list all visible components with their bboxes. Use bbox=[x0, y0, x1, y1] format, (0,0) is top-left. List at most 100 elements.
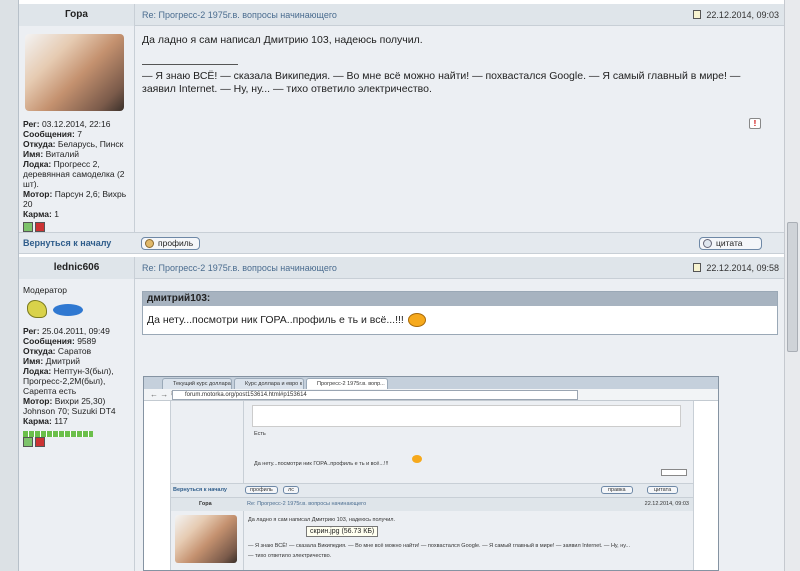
browser-tab: Прогресс-2 1975г.в. вопр... bbox=[306, 378, 388, 389]
mini-report-icons bbox=[661, 469, 687, 476]
profile-field: Мотор: Вихри 25,30) Johnson 70; Suzuki D… bbox=[23, 396, 130, 416]
profile-field-key: Мотор: bbox=[23, 396, 53, 406]
profile-field: Сообщения: 9589 bbox=[23, 336, 130, 346]
profile-field-key: Имя: bbox=[23, 149, 44, 159]
profile-button[interactable]: профиль bbox=[141, 237, 201, 250]
profile-field-value: 9589 bbox=[77, 336, 97, 346]
karma-icons bbox=[23, 437, 130, 450]
profile-field-key: Лодка: bbox=[23, 159, 52, 169]
mini-text: — Я знаю ВСЁ! — сказала Википедия. — Во … bbox=[248, 543, 631, 549]
profile-field: Мотор: Парсун 2,6; Вихрь 20 bbox=[23, 189, 130, 209]
profile-field-value: 03.12.2014, 22:16 bbox=[41, 119, 111, 129]
profile-field-key: Откуда: bbox=[23, 139, 56, 149]
profile-details: Рег: 25.04.2011, 09:49 Сообщения: 9589 Отк… bbox=[23, 326, 130, 426]
back-to-top-link[interactable]: Вернуться к началу bbox=[23, 238, 111, 248]
post-date: 22.12.2014, 09:58 bbox=[693, 257, 779, 279]
karma-up-icon[interactable] bbox=[23, 222, 33, 232]
post-subject-link[interactable]: Re: Прогресс-2 1975г.в. вопросы начинающ… bbox=[142, 257, 337, 279]
post-footer: Вернуться к началу профиль цитата bbox=[19, 232, 785, 253]
profile-field-key: Рег: bbox=[23, 326, 40, 336]
quote-text: Да нету...посмотри ник ГОРА..профиль е т… bbox=[147, 314, 404, 326]
profile-field: Имя: Виталий bbox=[23, 149, 130, 159]
quote-icon bbox=[703, 239, 712, 248]
post-header: lednic606 Re: Прогресс-2 1975г.в. вопрос… bbox=[19, 257, 785, 279]
post-icon[interactable] bbox=[693, 10, 702, 19]
profile-field-value: Саратов bbox=[57, 346, 92, 356]
post-icon[interactable] bbox=[693, 263, 702, 272]
karma-down-icon[interactable] bbox=[35, 437, 45, 447]
mini-btn: лс bbox=[283, 486, 299, 494]
post-author[interactable]: lednic606 bbox=[19, 257, 135, 279]
attached-screenshot[interactable]: Текущий курс доллара к ... Курс доллара … bbox=[143, 376, 719, 571]
profile-field: Лодка: Прогресс 2, деревянная самоделка … bbox=[23, 159, 130, 189]
user-profile: Модератор Рег: 25.04.2011, 09:49 Сообщени… bbox=[19, 279, 135, 571]
mini-btn: профиль bbox=[245, 486, 278, 494]
profile-field: Имя: Дмитрий bbox=[23, 356, 130, 366]
karma-up-icon[interactable] bbox=[23, 437, 33, 447]
profile-field: Откуда: Саратов bbox=[23, 346, 130, 356]
profile-details: Рег: 03.12.2014, 22:16 Сообщения: 7 Откуда… bbox=[23, 119, 130, 219]
mini-btn: цитата bbox=[647, 486, 679, 494]
karma-bar bbox=[23, 428, 130, 437]
profile-field: Лодка: Нептун-3(был), Прогресс-2,2М(был)… bbox=[23, 366, 130, 396]
mini-smiley-icon bbox=[412, 455, 422, 463]
karma-down-icon[interactable] bbox=[35, 222, 45, 232]
url-field: forum.motorka.org/post153614.html#p15361… bbox=[172, 390, 578, 400]
browser-tab: Курс доллара и евро к р... bbox=[234, 378, 304, 398]
mini-date: 22.12.2014, 09:03 bbox=[644, 501, 689, 507]
profile-field-value: Беларусь, Пинск bbox=[57, 139, 124, 149]
mini-post-body: Да ладно я сам написал Дмитрию 103, наде… bbox=[243, 511, 693, 570]
profile-button-label: профиль bbox=[158, 238, 194, 248]
avatar bbox=[25, 34, 124, 111]
mini-text: — тихо ответило электричество. bbox=[248, 553, 332, 559]
profile-field: Рег: 25.04.2011, 09:49 bbox=[23, 326, 130, 336]
profile-field-key: Откуда: bbox=[23, 346, 56, 356]
browser-tabs: Текущий курс доллара к ... Курс доллара … bbox=[144, 377, 718, 398]
mini-avatar bbox=[175, 515, 237, 563]
report-icon[interactable]: ! bbox=[749, 118, 761, 129]
post-body: Да ладно я сам написал Дмитрию 103, наде… bbox=[136, 26, 785, 232]
mini-text: Есть bbox=[254, 431, 266, 437]
quote-text-row: Да нету...посмотри ник ГОРА..профиль е т… bbox=[143, 306, 777, 334]
mini-forum: Есть Да нету...посмотри ник ГОРА..профил… bbox=[170, 401, 694, 570]
page-scrollbar[interactable] bbox=[784, 0, 800, 571]
profile-field-key: Мотор: bbox=[23, 189, 53, 199]
profile-field-key: Сообщения: bbox=[23, 129, 75, 139]
profile-icon bbox=[145, 239, 154, 248]
scrollbar-thumb[interactable] bbox=[787, 222, 798, 352]
post-text: Да ладно я сам написал Дмитрию 103, наде… bbox=[142, 34, 423, 46]
profile-field-key: Карма: bbox=[23, 209, 52, 219]
profile-field-key: Карма: bbox=[23, 416, 52, 426]
quote-block: дмитрий103: Да нету...посмотри ник ГОРА.… bbox=[142, 291, 778, 335]
user-role: Модератор bbox=[23, 285, 67, 295]
post-header: Гора Re: Прогресс-2 1975г.в. вопросы нач… bbox=[19, 4, 785, 26]
mini-subject: Re: Прогресс-2 1975г.в. вопросы начинающ… bbox=[247, 501, 367, 507]
forum-content: Гора Re: Прогресс-2 1975г.в. вопросы нач… bbox=[18, 0, 785, 571]
profile-field-value: 117 bbox=[54, 416, 68, 426]
quote-author: дмитрий103: bbox=[143, 292, 777, 306]
post-date-text: 22.12.2014, 09:03 bbox=[706, 10, 779, 20]
post-author[interactable]: Гора bbox=[19, 4, 135, 26]
image-tooltip: скрин.jpg (56.73 КБ) bbox=[306, 526, 379, 537]
profile-field: Рег: 03.12.2014, 22:16 bbox=[23, 119, 130, 129]
profile-field: Откуда: Беларусь, Пинск bbox=[23, 139, 130, 149]
mini-footer: Вернуться к началу профиль лс правка цит… bbox=[171, 483, 693, 497]
signature-line-2: заявил Internet. — Ну, ну... — тихо отве… bbox=[142, 83, 432, 95]
profile-field-key: Рег: bbox=[23, 119, 40, 129]
quote-button[interactable]: цитата bbox=[699, 237, 762, 250]
profile-field: Сообщения: 7 bbox=[23, 129, 130, 139]
mini-back-link: Вернуться к началу bbox=[173, 487, 227, 493]
post-date-text: 22.12.2014, 09:58 bbox=[706, 263, 779, 273]
post-date: 22.12.2014, 09:03 bbox=[693, 4, 779, 26]
profile-field-value: 1 bbox=[54, 209, 59, 219]
moderator-badge-icon bbox=[23, 298, 130, 320]
profile-field: Карма: 1 bbox=[23, 209, 130, 219]
user-profile: Рег: 03.12.2014, 22:16 Сообщения: 7 Откуда… bbox=[19, 26, 135, 232]
mini-text: Да нету...посмотри ник ГОРА..профиль е т… bbox=[254, 461, 389, 467]
profile-field: Карма: 117 bbox=[23, 416, 130, 426]
mini-author: Гора bbox=[199, 501, 212, 507]
smiley-icon bbox=[407, 313, 426, 328]
signature-line-1: — Я знаю ВСЁ! — сказала Википедия. — Во … bbox=[142, 70, 741, 82]
mini-header: Гора Re: Прогресс-2 1975г.в. вопросы нач… bbox=[171, 497, 693, 511]
post-subject-link[interactable]: Re: Прогресс-2 1975г.в. вопросы начинающ… bbox=[142, 4, 337, 26]
